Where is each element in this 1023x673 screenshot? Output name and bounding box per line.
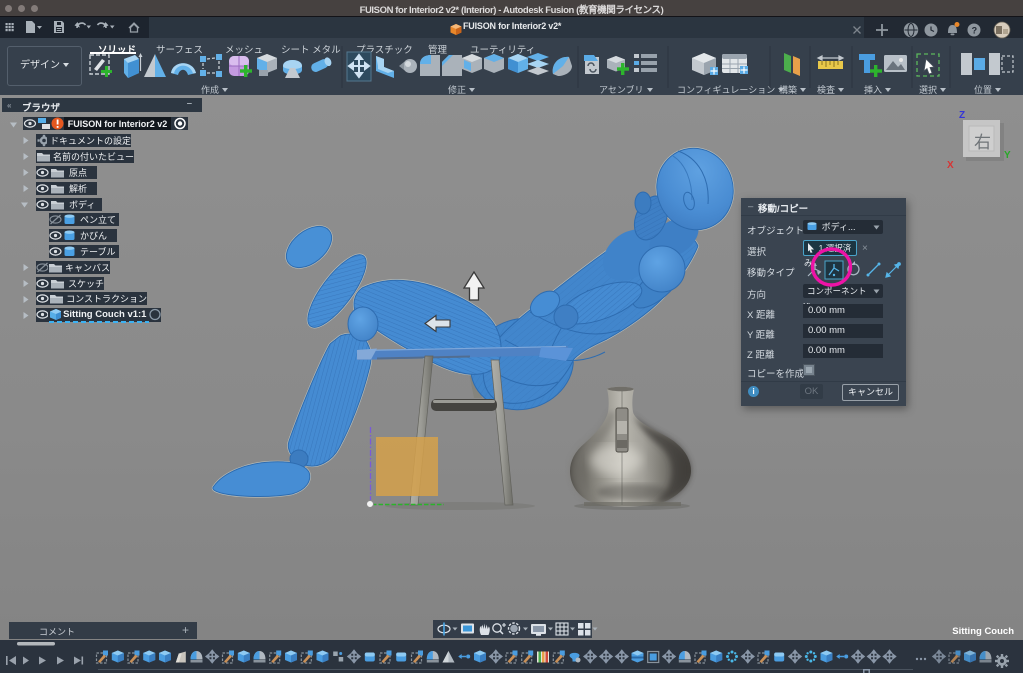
svg-text:?: ? [972, 26, 978, 36]
svg-text:X: X [947, 160, 954, 171]
svg-text:Y: Y [1004, 150, 1011, 161]
svg-text:右: 右 [974, 133, 991, 152]
svg-text:Z: Z [959, 110, 965, 121]
